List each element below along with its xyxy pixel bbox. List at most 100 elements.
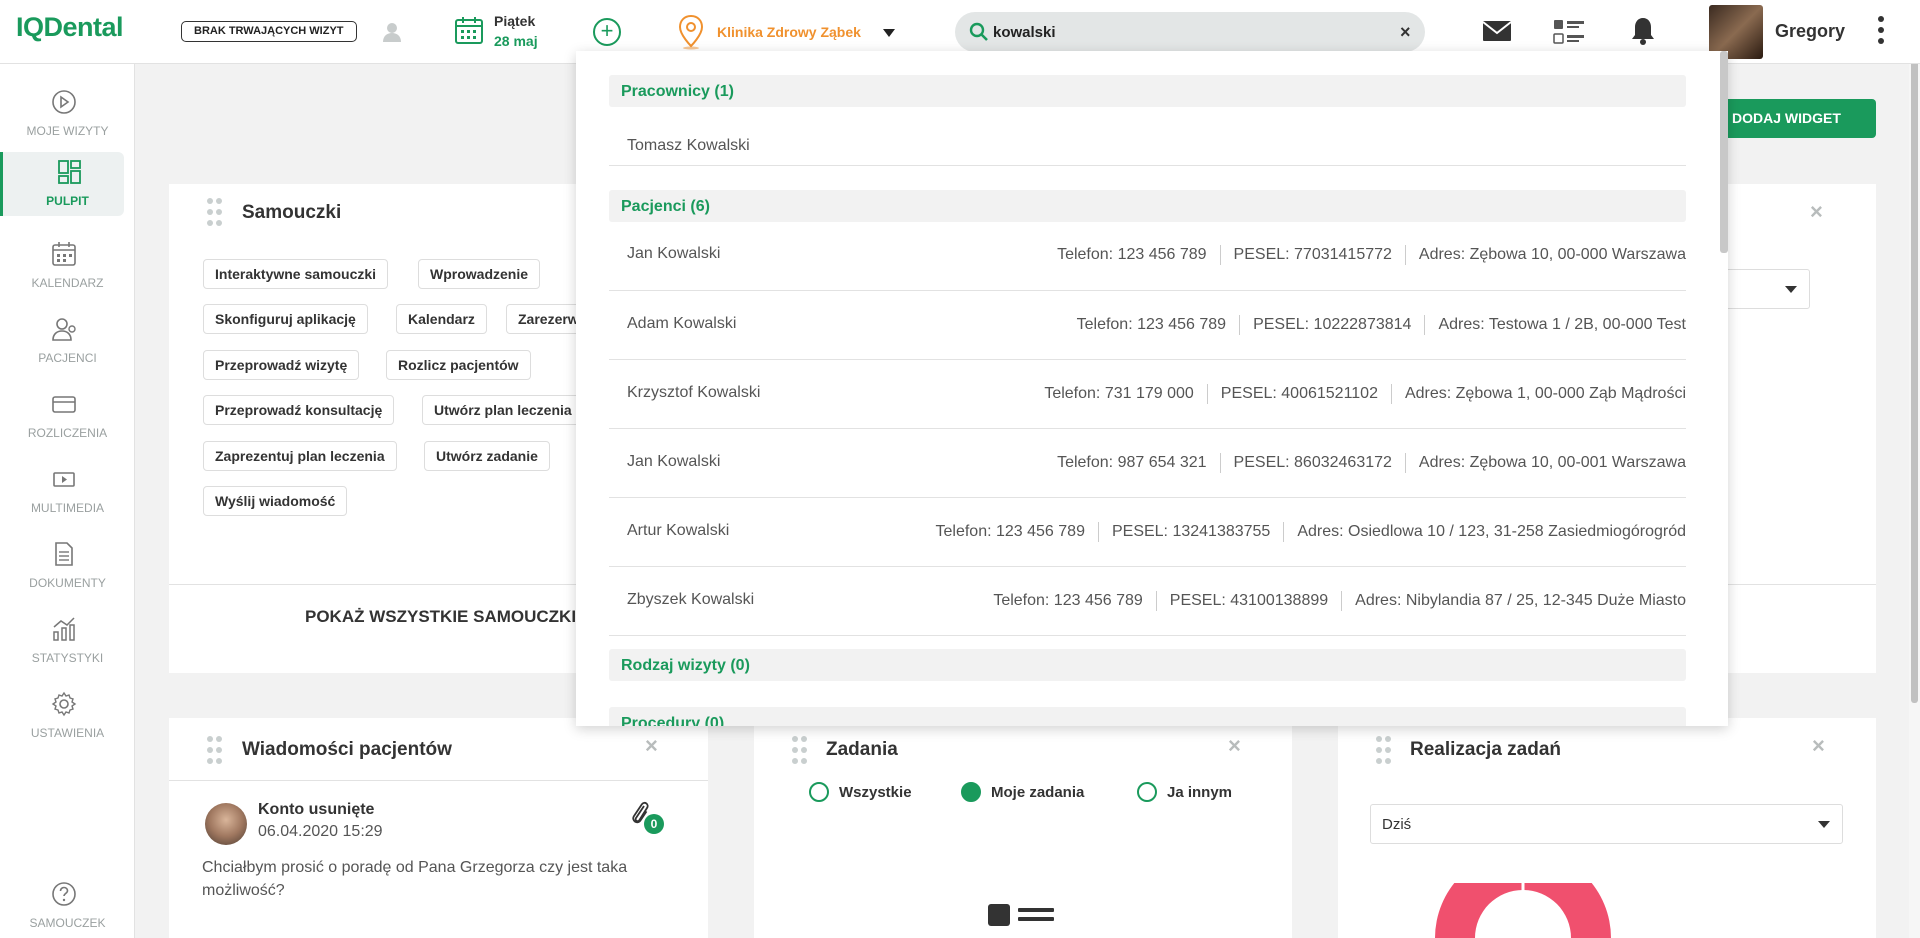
patient-result[interactable]: Adam Kowalski Telefon: 123 456 789 PESEL:… xyxy=(609,291,1686,360)
chevron-down-icon xyxy=(1785,286,1797,293)
patient-details: Telefon: 123 456 789 PESEL: 13241383755 Ad… xyxy=(935,522,1686,542)
employee-result[interactable]: Tomasz Kowalski xyxy=(609,97,1686,166)
tutorial-chip[interactable]: Interaktywne samouczki xyxy=(203,259,389,289)
show-all-tutorials-button[interactable]: POKAŻ WSZYSTKIE SAMOUCZKI xyxy=(305,607,576,627)
mail-icon[interactable] xyxy=(1482,20,1512,42)
bell-icon[interactable] xyxy=(1630,16,1656,46)
sidebar-item-label: MULTIMEDIA xyxy=(30,501,105,515)
tutorial-chip[interactable]: Utwórz zadanie xyxy=(424,441,550,471)
clear-search-icon[interactable]: × xyxy=(1400,22,1411,43)
message-sender[interactable]: Konto usunięte xyxy=(258,801,374,819)
patient-details: Telefon: 731 179 000 PESEL: 40061521102 Ad… xyxy=(1044,384,1686,404)
media-icon xyxy=(53,472,75,487)
card-title: Samouczki xyxy=(242,202,342,223)
tutorial-chip[interactable]: Rozlicz pacjentów xyxy=(386,350,531,380)
patients-icon xyxy=(52,318,76,341)
patient-messages-card: Wiadomości pacjentów × xyxy=(169,718,708,938)
patient-result[interactable]: Jan Kowalski Telefon: 987 654 321 PESEL: … xyxy=(609,429,1686,498)
calendar-icon xyxy=(455,17,483,44)
patient-name: Adam Kowalski xyxy=(627,315,737,332)
stats-icon xyxy=(53,617,75,641)
message-date: 06.04.2020 15:29 xyxy=(258,823,383,840)
tutorial-chip[interactable]: Przeprowadź wizytę xyxy=(203,350,360,380)
search-bar[interactable]: × xyxy=(955,12,1425,52)
sidebar-item-label: PULPIT xyxy=(46,194,89,208)
add-widget-button[interactable]: DODAJ WIDGET xyxy=(1715,99,1876,138)
calendar-icon xyxy=(52,242,76,266)
close-icon[interactable]: × xyxy=(1812,733,1825,759)
sidebar-item-calendar[interactable]: KALENDARZ xyxy=(0,234,124,298)
app-logo[interactable]: IQDental xyxy=(16,12,124,43)
card-title: Zadania xyxy=(826,739,898,760)
patient-name: Zbyszek Kowalski xyxy=(627,591,755,608)
patient-name: Krzysztof Kowalski xyxy=(627,384,761,401)
patient-details: Telefon: 123 456 789 PESEL: 10222873814 Ad… xyxy=(1076,315,1686,335)
avatar xyxy=(205,803,247,845)
sidebar-item-tutorial[interactable]: SAMOUCZEK xyxy=(0,874,124,938)
user-name[interactable]: Gregory xyxy=(1775,21,1845,42)
drag-handle-icon[interactable] xyxy=(792,736,810,766)
patient-result[interactable]: Zbyszek Kowalski Telefon: 123 456 789 PES… xyxy=(609,567,1686,636)
card-title: Wiadomości pacjentów xyxy=(242,739,452,760)
more-menu-icon[interactable] xyxy=(1876,16,1886,50)
search-results-dropdown: Pracownicy (1) Tomasz Kowalski Pacjenci … xyxy=(576,51,1728,726)
help-icon xyxy=(52,882,76,906)
close-icon[interactable]: × xyxy=(1228,733,1241,759)
sidebar-item-billing[interactable]: ROZLICZENIA xyxy=(0,384,124,448)
close-icon[interactable]: × xyxy=(1810,199,1823,225)
sidebar-item-label: STATYSTYKI xyxy=(31,651,104,665)
task-realization-card: Realizacja zadań × Dziś xyxy=(1338,718,1876,938)
visit-status-badge[interactable]: BRAK TRWAJĄCYCH WIZYT xyxy=(181,21,357,42)
dropdown-scrollbar[interactable] xyxy=(1720,51,1728,253)
tutorial-chip[interactable]: Skonfiguruj aplikację xyxy=(203,304,368,334)
drag-handle-icon[interactable] xyxy=(207,736,225,766)
sidebar-item-documents[interactable]: DOKUMENTY xyxy=(0,534,124,598)
tutorial-chip[interactable]: Utwórz plan leczenia xyxy=(422,395,584,425)
tutorial-chip[interactable]: Zaprezentuj plan leczenia xyxy=(203,441,397,471)
date-value: 28 maj xyxy=(494,33,538,49)
sidebar-item-label: PACJENCI xyxy=(38,351,97,365)
sidebar-item-patients[interactable]: PACJENCI xyxy=(0,309,124,373)
section-patients: Pacjenci (6) xyxy=(609,190,1686,222)
sidebar: MOJE WIZYTY PULPIT KALENDARZ PACJENCI RO… xyxy=(0,64,135,938)
drag-handle-icon[interactable] xyxy=(207,198,225,228)
search-icon xyxy=(969,22,988,41)
gear-icon xyxy=(51,691,77,717)
section-visit-types: Rodzaj wizyty (0) xyxy=(609,649,1686,681)
chevron-down-icon xyxy=(883,29,895,37)
sidebar-item-settings[interactable]: USTAWIENIA xyxy=(0,684,124,748)
sidebar-item-label: SAMOUCZEK xyxy=(29,916,106,930)
dashboard-icon xyxy=(58,160,81,184)
sidebar-item-statistics[interactable]: STATYSTYKI xyxy=(0,609,124,673)
close-icon[interactable]: × xyxy=(645,733,658,759)
patient-result[interactable]: Artur Kowalski Telefon: 123 456 789 PESEL… xyxy=(609,498,1686,567)
add-visit-button[interactable]: + xyxy=(593,18,621,46)
task-list-icon[interactable] xyxy=(1553,19,1585,45)
patient-details: Telefon: 123 456 789 PESEL: 77031415772 Ad… xyxy=(1057,245,1686,265)
sidebar-item-label: MOJE WIZYTY xyxy=(26,124,109,138)
patient-details: Telefon: 987 654 321 PESEL: 86032463172 Ad… xyxy=(1057,453,1686,473)
period-select[interactable]: Dziś xyxy=(1370,804,1843,844)
patient-result[interactable]: Jan Kowalski Telefon: 123 456 789 PESEL: … xyxy=(609,222,1686,291)
patient-name: Artur Kowalski xyxy=(627,522,730,539)
user-status-icon xyxy=(383,23,401,42)
sidebar-item-my-visits[interactable]: MOJE WIZYTY xyxy=(0,82,124,146)
drag-handle-icon[interactable] xyxy=(1376,736,1394,766)
list-view-icon[interactable] xyxy=(988,904,1056,926)
sidebar-item-dashboard[interactable]: PULPIT xyxy=(0,152,124,216)
chevron-down-icon xyxy=(1818,821,1830,828)
message-text: Chciałbym prosić o poradę od Pana Grzego… xyxy=(202,859,628,899)
sidebar-item-multimedia[interactable]: MULTIMEDIA xyxy=(0,459,124,523)
patient-result[interactable]: Krzysztof Kowalski Telefon: 731 179 000 P… xyxy=(609,360,1686,429)
page-scrollbar[interactable] xyxy=(1909,0,1920,938)
tutorial-chip[interactable]: Przeprowadź konsultację xyxy=(203,395,395,425)
tutorial-chip[interactable]: Wyślij wiadomość xyxy=(203,486,348,516)
card-icon xyxy=(52,396,76,413)
tutorial-chip[interactable]: Wprowadzenie xyxy=(418,259,541,289)
employee-name: Tomasz Kowalski xyxy=(627,137,750,154)
search-input[interactable] xyxy=(993,20,1373,44)
patient-name: Jan Kowalski xyxy=(627,453,721,470)
document-icon xyxy=(55,542,73,566)
tutorial-chip[interactable]: Kalendarz xyxy=(396,304,487,334)
sidebar-item-label: ROZLICZENIA xyxy=(27,426,108,440)
